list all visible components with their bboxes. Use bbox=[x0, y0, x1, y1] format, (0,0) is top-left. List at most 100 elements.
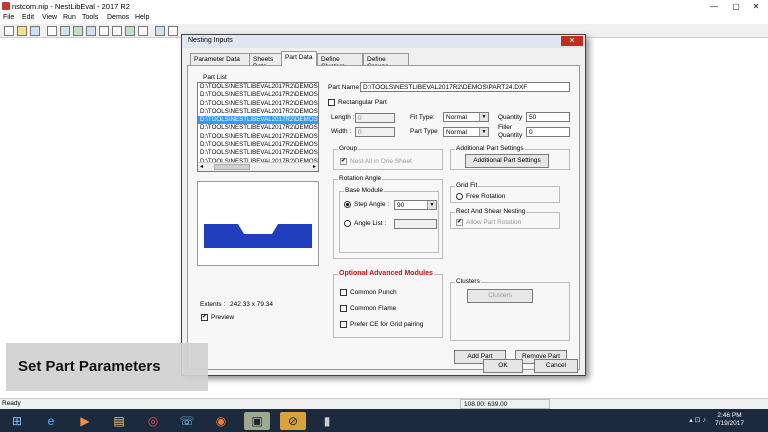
menu-view[interactable]: View bbox=[42, 14, 57, 21]
chevron-down-icon[interactable]: ▼ bbox=[427, 201, 436, 209]
tray-date: 7/19/2017 bbox=[715, 420, 744, 427]
tray-icons[interactable]: ▴ ⊡ ♪ bbox=[689, 416, 706, 424]
lync-icon[interactable]: ☏ bbox=[174, 412, 200, 430]
dialog-close-icon[interactable]: ✕ bbox=[561, 36, 583, 46]
list-item-selected[interactable]: D:\TOOLS\NESTLIBEVAL2017R2\DEMOS bbox=[198, 116, 318, 125]
file-explorer-icon[interactable]: ▤ bbox=[106, 412, 132, 430]
tab-define-groups[interactable]: Define Groups bbox=[363, 53, 409, 70]
print-icon[interactable] bbox=[138, 26, 148, 36]
menu-run[interactable]: Run bbox=[63, 14, 76, 21]
tab-define-clusters[interactable]: Define Clusters bbox=[317, 53, 363, 70]
list-item[interactable]: D:\TOOLS\NESTLIBEVAL2017R2\DEMOS bbox=[198, 83, 318, 91]
stop-icon[interactable] bbox=[168, 26, 178, 36]
zoom-icon[interactable] bbox=[125, 26, 135, 36]
list-item[interactable]: D:\TOOLS\NESTLIBEVAL2017R2\DEMOS bbox=[198, 141, 318, 149]
list-item[interactable]: D:\TOOLS\NESTLIBEVAL2017R2\DEMOS bbox=[198, 100, 318, 108]
additional-settings-label: Additional Part Settings bbox=[455, 145, 525, 152]
preview-label: Preview bbox=[211, 314, 235, 321]
open-folder-icon[interactable] bbox=[17, 26, 27, 36]
firefox-icon[interactable]: ◉ bbox=[208, 412, 234, 430]
part-type-value: Normal bbox=[446, 129, 467, 136]
clusters-label: Clusters bbox=[455, 278, 481, 285]
chevron-down-icon[interactable]: ▼ bbox=[479, 113, 488, 121]
tool-task-icon[interactable]: ▮ bbox=[314, 412, 340, 430]
scroll-right-icon[interactable]: ▸ bbox=[313, 163, 316, 170]
tab-part-data[interactable]: Part Data bbox=[281, 51, 317, 66]
ie-icon[interactable]: e bbox=[38, 412, 64, 430]
list-item[interactable]: D:\TOOLS\NESTLIBEVAL2017R2\DEMOS bbox=[198, 133, 318, 141]
menu-file[interactable]: File bbox=[3, 14, 14, 21]
menu-demos[interactable]: Demos bbox=[107, 14, 129, 21]
part-type-select[interactable]: Normal ▼ bbox=[443, 127, 489, 137]
list-item[interactable]: D:\TOOLS\NESTLIBEVAL2017R2\DEMOS bbox=[198, 124, 318, 132]
nest-icon[interactable] bbox=[73, 26, 83, 36]
nest-all-checkbox[interactable] bbox=[340, 157, 347, 165]
additional-settings-box: Additional Part Settings Additional Part… bbox=[450, 145, 570, 170]
base-module-label: Base Module bbox=[344, 187, 384, 194]
chevron-down-icon[interactable]: ▼ bbox=[479, 128, 488, 136]
filler-quantity-field[interactable]: 0 bbox=[526, 127, 570, 137]
step-angle-radio[interactable] bbox=[344, 201, 351, 208]
status-bar: Ready 108.00: 639.00 bbox=[0, 398, 768, 409]
save-icon[interactable] bbox=[30, 26, 40, 36]
allow-part-rotation-checkbox[interactable] bbox=[456, 218, 463, 226]
scrollbar-thumb[interactable] bbox=[214, 164, 250, 170]
app-title: nstcom.nip - NestLibEval - 2017 R2 bbox=[12, 2, 130, 11]
app-icon bbox=[2, 2, 10, 10]
app-task-icon[interactable]: ▣ bbox=[244, 412, 270, 430]
list-item[interactable]: D:\TOOLS\NESTLIBEVAL2017R2\DEMOS bbox=[198, 108, 318, 116]
chrome-icon[interactable]: ◎ bbox=[140, 412, 166, 430]
close-icon[interactable]: ✕ bbox=[746, 1, 766, 12]
angle-list-field[interactable] bbox=[394, 219, 437, 229]
clusters-button[interactable]: Clusters bbox=[467, 289, 533, 303]
menu-edit[interactable]: Edit bbox=[22, 14, 34, 21]
rectangular-part-checkbox[interactable] bbox=[328, 99, 335, 106]
preview-checkbox[interactable] bbox=[201, 313, 208, 321]
fit-type-select[interactable]: Normal ▼ bbox=[443, 112, 489, 122]
report-icon[interactable] bbox=[112, 26, 122, 36]
menu-help[interactable]: Help bbox=[135, 14, 149, 21]
rect-shear-label: Rect And Shear Nesting bbox=[455, 208, 527, 215]
run-icon[interactable] bbox=[155, 26, 165, 36]
start-icon[interactable]: ⊞ bbox=[4, 412, 30, 430]
common-punch-checkbox[interactable] bbox=[340, 289, 347, 296]
new-file-icon[interactable] bbox=[4, 26, 14, 36]
minimize-icon[interactable]: — bbox=[704, 1, 724, 12]
part-list-scrollbar[interactable]: ◂ ▸ bbox=[198, 162, 318, 171]
prefer-ce-checkbox[interactable] bbox=[340, 321, 347, 328]
nestlib-task-icon[interactable]: ⊘ bbox=[280, 412, 306, 430]
cancel-button[interactable]: Cancel bbox=[534, 359, 578, 373]
step-angle-select[interactable]: 90 ▼ bbox=[394, 200, 437, 210]
scroll-left-icon[interactable]: ◂ bbox=[200, 163, 203, 170]
list-item[interactable]: D:\TOOLS\NESTLIBEVAL2017R2\DEMOS bbox=[198, 91, 318, 99]
part-name-field[interactable]: D:\TOOLS\NESTLIBEVAL2017R2\DEMOS\PART24.… bbox=[360, 82, 570, 92]
parts-icon[interactable] bbox=[60, 26, 70, 36]
nesting-inputs-dialog: Nesting Inputs ✕ Parameter Data Sheets D… bbox=[181, 34, 586, 376]
optional-modules-label: Optional Advanced Modules bbox=[338, 270, 434, 277]
width-field[interactable]: 0 bbox=[355, 127, 395, 137]
base-module-box: Base Module Step Angle : 90 ▼ Angle List… bbox=[339, 187, 439, 253]
ok-button[interactable]: OK bbox=[483, 359, 523, 373]
grid-fit-label: Grid Fit bbox=[455, 182, 479, 189]
nest-all-label: Nest All in One Sheet bbox=[350, 158, 412, 165]
free-rotation-radio[interactable] bbox=[456, 193, 463, 200]
quantity-field[interactable]: 50 bbox=[526, 112, 570, 122]
menu-tools[interactable]: Tools bbox=[82, 14, 98, 21]
angle-list-radio[interactable] bbox=[344, 220, 351, 227]
media-player-icon[interactable]: ▶ bbox=[72, 412, 98, 430]
list-item[interactable]: D:\TOOLS\NESTLIBEVAL2017R2\DEMOS bbox=[198, 149, 318, 157]
tab-parameter-data[interactable]: Parameter Data bbox=[190, 53, 250, 65]
extents-label: Extents : bbox=[200, 301, 226, 308]
part-list-label: Part List bbox=[203, 74, 227, 81]
maximize-icon[interactable]: ▢ bbox=[726, 1, 746, 12]
part-list[interactable]: D:\TOOLS\NESTLIBEVAL2017R2\DEMOS D:\TOOL… bbox=[197, 82, 319, 172]
grid-icon[interactable] bbox=[86, 26, 96, 36]
part-preview bbox=[197, 181, 319, 266]
sheet-icon[interactable] bbox=[47, 26, 57, 36]
length-field[interactable]: 0 bbox=[355, 113, 395, 123]
extents-value: 242.33 x 79.34 bbox=[230, 301, 274, 308]
additional-part-settings-button[interactable]: Additional Part Settings bbox=[465, 154, 549, 168]
tray-clock[interactable]: 2:46 PM 7/19/2017 bbox=[715, 412, 744, 428]
layout-icon[interactable] bbox=[99, 26, 109, 36]
common-flame-checkbox[interactable] bbox=[340, 305, 347, 312]
